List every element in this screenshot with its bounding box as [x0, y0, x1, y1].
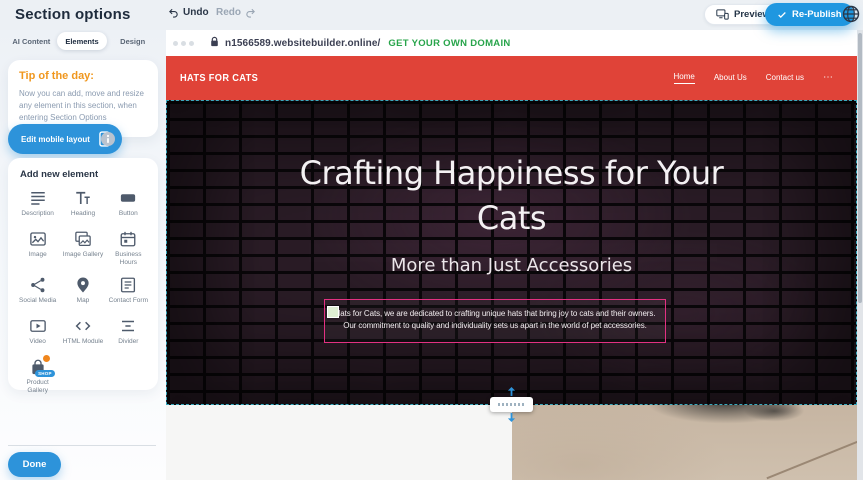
hero-paragraph-line: Our commitment to quality and individual… [331, 320, 659, 332]
nav-more-button[interactable]: ⋯ [823, 75, 833, 81]
nav-contact-us[interactable]: Contact us [766, 73, 804, 84]
element-heading[interactable]: Heading [61, 189, 104, 222]
tip-body: Now you can add, move and resize any ele… [19, 88, 147, 124]
tab-design[interactable]: Design [107, 32, 158, 50]
language-globe-button[interactable] [841, 4, 861, 24]
get-own-domain-link[interactable]: GET YOUR OWN DOMAIN [388, 38, 510, 49]
tab-elements[interactable]: Elements [57, 32, 108, 50]
shop-badge: SHOP [35, 370, 55, 377]
devices-icon [716, 9, 729, 20]
info-icon [101, 132, 115, 146]
sidebar-divider [8, 445, 156, 446]
scrollbar-thumb[interactable] [858, 33, 862, 303]
lock-icon [210, 34, 219, 52]
info-button[interactable] [101, 132, 115, 146]
shopping-bag-icon: SHOP [28, 358, 48, 376]
sidebar-panel: AI Content Elements Design Tip of the da… [0, 30, 166, 480]
map-pin-icon [73, 276, 93, 294]
element-social-media[interactable]: Social Media [16, 276, 59, 309]
window-dot-icon [189, 41, 194, 46]
window-dot-icon [181, 41, 186, 46]
element-product-gallery[interactable]: SHOP Product Gallery [16, 358, 59, 396]
undo-icon [168, 7, 179, 18]
divider-icon [118, 317, 138, 335]
site-header: HATS FOR CATS Home About Us Contact us ⋯ [166, 56, 857, 100]
republish-label: Re-Publish [792, 9, 842, 20]
resize-handle-dashes [498, 403, 525, 406]
redo-icon [245, 7, 256, 18]
hero-subheading[interactable]: More than Just Accessories [167, 255, 856, 276]
top-toolbar: Section options Undo Redo Preview Re-Pub… [0, 0, 863, 30]
nav-about-us[interactable]: About Us [714, 73, 747, 84]
redo-label: Redo [216, 7, 241, 18]
element-divider[interactable]: Divider [107, 317, 150, 350]
image-gallery-icon [73, 230, 93, 248]
element-html-module[interactable]: HTML Module [61, 317, 104, 350]
hero-paragraph-line: Hats for Cats, we are dedicated to craft… [331, 308, 659, 320]
resize-arrow-up-icon [507, 387, 516, 396]
calendar-icon [118, 230, 138, 248]
text-lines-icon [28, 189, 48, 207]
element-contact-form[interactable]: Contact Form [107, 276, 150, 309]
site-navigation: Home About Us Contact us ⋯ [674, 72, 834, 84]
element-image-gallery[interactable]: Image Gallery [61, 230, 104, 268]
redo-button[interactable]: Redo [216, 7, 256, 18]
check-icon [777, 10, 787, 20]
edit-mobile-layout-label: Edit mobile layout [21, 135, 90, 144]
share-icon [28, 276, 48, 294]
video-icon [28, 317, 48, 335]
preview-scrollbar[interactable] [857, 30, 863, 480]
tab-ai-content[interactable]: AI Content [6, 32, 57, 50]
nav-home[interactable]: Home [674, 72, 695, 84]
done-button[interactable]: Done [8, 452, 61, 477]
button-icon [118, 189, 138, 207]
element-grid: Description Heading Button Image Image G… [16, 189, 150, 396]
site-logo[interactable]: HATS FOR CATS [180, 72, 258, 84]
undo-button[interactable]: Undo [168, 7, 209, 18]
element-image[interactable]: Image [16, 230, 59, 268]
next-section-photo [512, 405, 857, 480]
undo-label: Undo [183, 7, 209, 18]
element-business-hours[interactable]: Business Hours [107, 230, 150, 268]
hero-paragraph-selected-element[interactable]: Hats for Cats, we are dedicated to craft… [324, 299, 666, 343]
section-resize-handle[interactable] [490, 397, 533, 412]
add-new-element-panel: Add new element Description Heading Butt… [8, 158, 158, 390]
tip-title: Tip of the day: [19, 70, 147, 82]
hero-section-selected[interactable]: Crafting Happiness for Your Cats More th… [166, 100, 857, 405]
resize-arrow-down-icon [507, 413, 516, 422]
browser-address-bar: n1566589.websitebuilder.online/ GET YOUR… [166, 30, 857, 56]
add-new-element-title: Add new element [16, 169, 150, 180]
element-button[interactable]: Button [107, 189, 150, 222]
new-badge-icon [42, 354, 51, 363]
hero-heading[interactable]: Crafting Happiness for Your Cats [277, 151, 747, 241]
photo-seam-line [766, 429, 857, 479]
window-dot-icon [173, 41, 178, 46]
website-builder-app: Section options Undo Redo Preview Re-Pub… [0, 0, 863, 480]
element-drag-handle[interactable] [327, 306, 339, 318]
globe-icon [841, 4, 861, 24]
heading-icon [73, 189, 93, 207]
element-video[interactable]: Video [16, 317, 59, 350]
image-icon [28, 230, 48, 248]
page-title: Section options [15, 6, 131, 23]
element-description[interactable]: Description [16, 189, 59, 222]
code-icon [73, 317, 93, 335]
element-map[interactable]: Map [61, 276, 104, 309]
form-icon [118, 276, 138, 294]
sidebar-tabs: AI Content Elements Design [6, 32, 158, 50]
site-preview-canvas: n1566589.websitebuilder.online/ GET YOUR… [166, 30, 857, 480]
site-url: n1566589.websitebuilder.online/ [225, 38, 380, 49]
